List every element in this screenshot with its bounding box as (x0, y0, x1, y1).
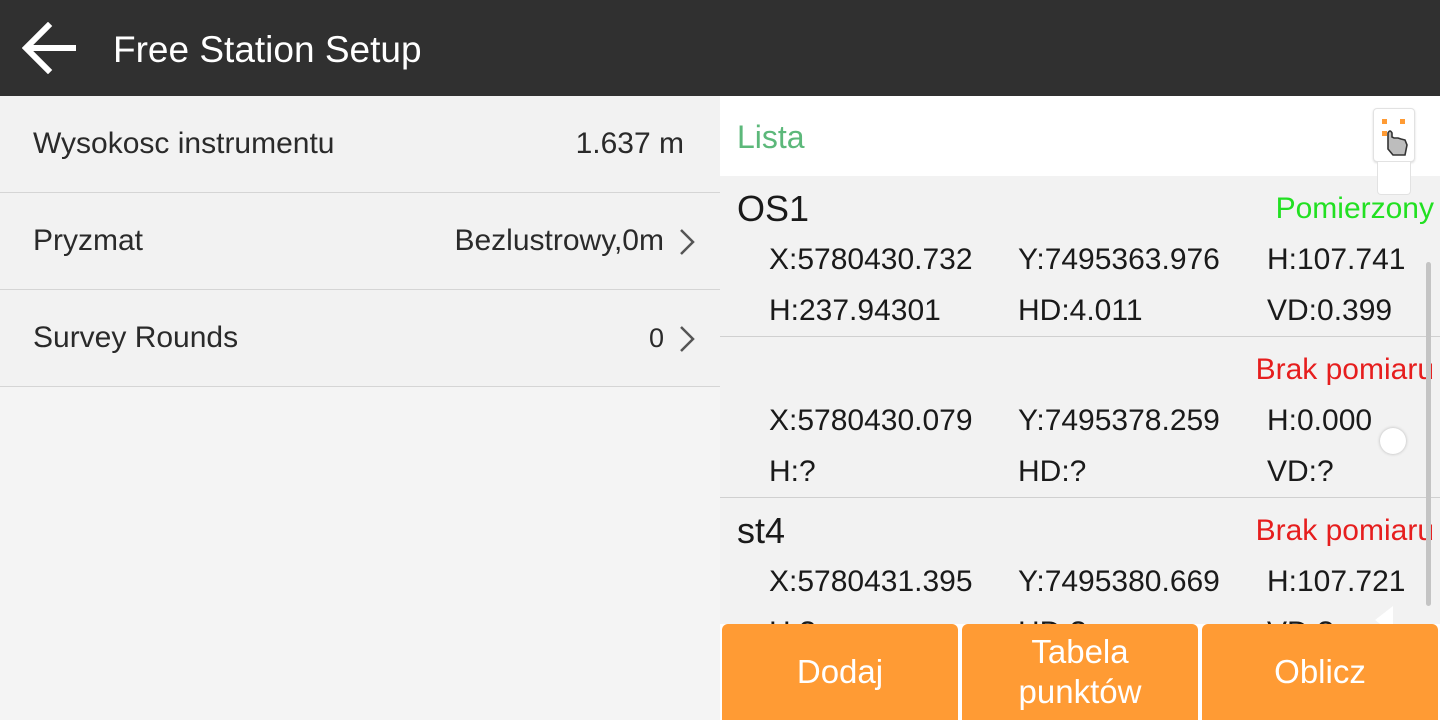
overlay-tab[interactable] (1377, 162, 1411, 195)
chevron-right-icon (680, 326, 695, 352)
touch-gesture-icon (1382, 119, 1408, 156)
instrument-height-row[interactable]: Wysokosc instrumentu 1.637 m (0, 96, 720, 193)
list-scrollbar[interactable] (1426, 262, 1431, 606)
survey-rounds-label: Survey Rounds (33, 321, 239, 354)
point-h: H:107.741 (1267, 243, 1406, 276)
point-y: Y:7495363.976 (1018, 243, 1220, 276)
floating-triangle-handle[interactable] (1375, 606, 1393, 624)
point-vd: VD:0.399 (1267, 294, 1393, 327)
survey-rounds-value: 0 (648, 323, 664, 353)
point-name: st4 (737, 510, 786, 551)
point-status: Brak pomiaru (1255, 353, 1434, 386)
points-table-button[interactable]: Tabela punktów (962, 624, 1198, 720)
point-vd: VD:? (1267, 455, 1334, 488)
point-status: Brak pomiaru (1255, 514, 1434, 547)
list-header: Lista (720, 96, 1440, 176)
point-name: OS1 (737, 188, 810, 229)
instrument-height-value: 1.637 m (575, 127, 684, 160)
compute-button[interactable]: Oblicz (1202, 624, 1438, 720)
survey-rounds-row[interactable]: Survey Rounds 0 (0, 290, 720, 387)
point-x: X:5780430.732 (769, 243, 973, 276)
points-table-button-label: Tabela punktów (1018, 633, 1142, 710)
point-hd: HD:? (1018, 455, 1087, 488)
list-item[interactable]: Brak pomiaru X:5780430.079 Y:7495378.259… (720, 337, 1440, 498)
instrument-height-label: Wysokosc instrumentu (33, 127, 335, 160)
point-h: H:0.000 (1267, 404, 1373, 437)
list-item[interactable]: st4 Brak pomiaru X:5780431.395 Y:7495380… (720, 498, 1440, 624)
point-x: X:5780431.395 (769, 565, 973, 598)
point-list-panel: Lista OS1 Pomierzony X:5780430.732 Y:749… (720, 96, 1440, 720)
gesture-widget[interactable] (1373, 108, 1415, 162)
arrow-left-icon (22, 22, 76, 74)
prism-row[interactable]: Pryzmat Bezlustrowy,0m (0, 193, 720, 290)
back-button[interactable] (14, 14, 86, 82)
point-list[interactable]: OS1 Pomierzony X:5780430.732 Y:7495363.9… (720, 176, 1440, 624)
compute-button-label: Oblicz (1274, 653, 1366, 690)
point-y: Y:7495380.669 (1018, 565, 1220, 598)
list-item[interactable]: OS1 Pomierzony X:5780430.732 Y:7495363.9… (720, 176, 1440, 337)
prism-value: Bezlustrowy,0m (454, 224, 664, 257)
page-title: Free Station Setup (113, 29, 422, 70)
action-bar: Dodaj Tabela punktów Oblicz (720, 624, 1440, 720)
add-button[interactable]: Dodaj (722, 624, 958, 720)
list-title: Lista (737, 119, 805, 155)
point-x: X:5780430.079 (769, 404, 973, 437)
point-angle: H:237.94301 (769, 294, 941, 327)
floating-dot-handle[interactable] (1380, 428, 1406, 454)
add-button-label: Dodaj (796, 653, 884, 690)
point-hd: HD:4.011 (1018, 294, 1143, 327)
point-h: H:107.721 (1267, 565, 1406, 598)
point-status: Pomierzony (1275, 192, 1434, 225)
chevron-right-icon (680, 229, 695, 255)
prism-label: Pryzmat (33, 224, 144, 257)
point-hd: HD:? (1018, 615, 1086, 624)
point-angle: H:? (769, 615, 816, 624)
point-y: Y:7495378.259 (1018, 404, 1220, 437)
app-header: Free Station Setup (0, 0, 1440, 96)
point-vd: VD:? (1267, 615, 1334, 624)
settings-panel: Wysokosc instrumentu 1.637 m Pryzmat Bez… (0, 96, 720, 720)
point-angle: H:? (769, 455, 816, 488)
